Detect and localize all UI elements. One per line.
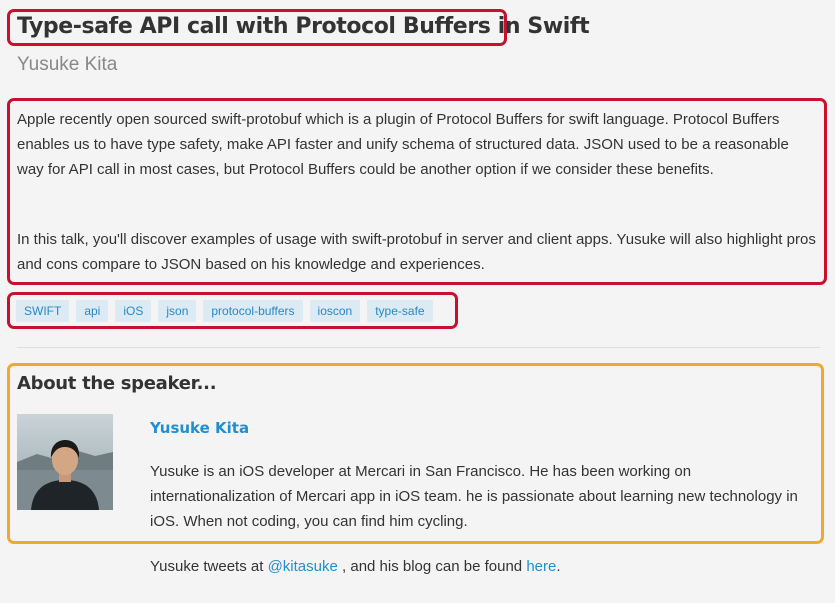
talk-speaker-name: Yusuke Kita bbox=[17, 54, 118, 75]
tag-ioscon[interactable]: ioscon bbox=[309, 300, 361, 322]
abstract-paragraph-1: Apple recently open sourced swift-protob… bbox=[17, 111, 789, 178]
speaker-name-link[interactable]: Yusuke Kita bbox=[150, 419, 249, 437]
tag-api[interactable]: api bbox=[76, 300, 109, 322]
section-divider bbox=[17, 347, 820, 348]
speaker-bio: Yusuke is an iOS developer at Mercari in… bbox=[150, 463, 798, 530]
speaker-links-line: Yusuke tweets at @kitasuke , and his blo… bbox=[150, 556, 561, 578]
tag-json[interactable]: json bbox=[158, 300, 197, 322]
tweets-suffix-text: . bbox=[556, 558, 561, 575]
talk-title: Type-safe API call with Protocol Buffers… bbox=[17, 14, 590, 39]
tag-ios[interactable]: iOS bbox=[115, 300, 152, 322]
tag-protocol-buffers[interactable]: protocol-buffers bbox=[203, 300, 303, 322]
tag-swift[interactable]: SWIFT bbox=[16, 300, 70, 322]
tag-type-safe[interactable]: type-safe bbox=[367, 300, 433, 322]
about-speaker-heading: About the speaker... bbox=[17, 373, 217, 394]
speaker-avatar bbox=[17, 414, 113, 510]
blog-link[interactable]: here bbox=[526, 558, 556, 575]
tweets-middle-text: , and his blog can be found bbox=[337, 558, 527, 575]
twitter-link[interactable]: @kitasuke bbox=[268, 558, 338, 575]
tag-list: SWIFT api iOS json protocol-buffers iosc… bbox=[16, 300, 433, 322]
tweets-prefix-text: Yusuke tweets at bbox=[150, 558, 268, 575]
abstract-paragraph-2: In this talk, you'll discover examples o… bbox=[17, 231, 816, 273]
